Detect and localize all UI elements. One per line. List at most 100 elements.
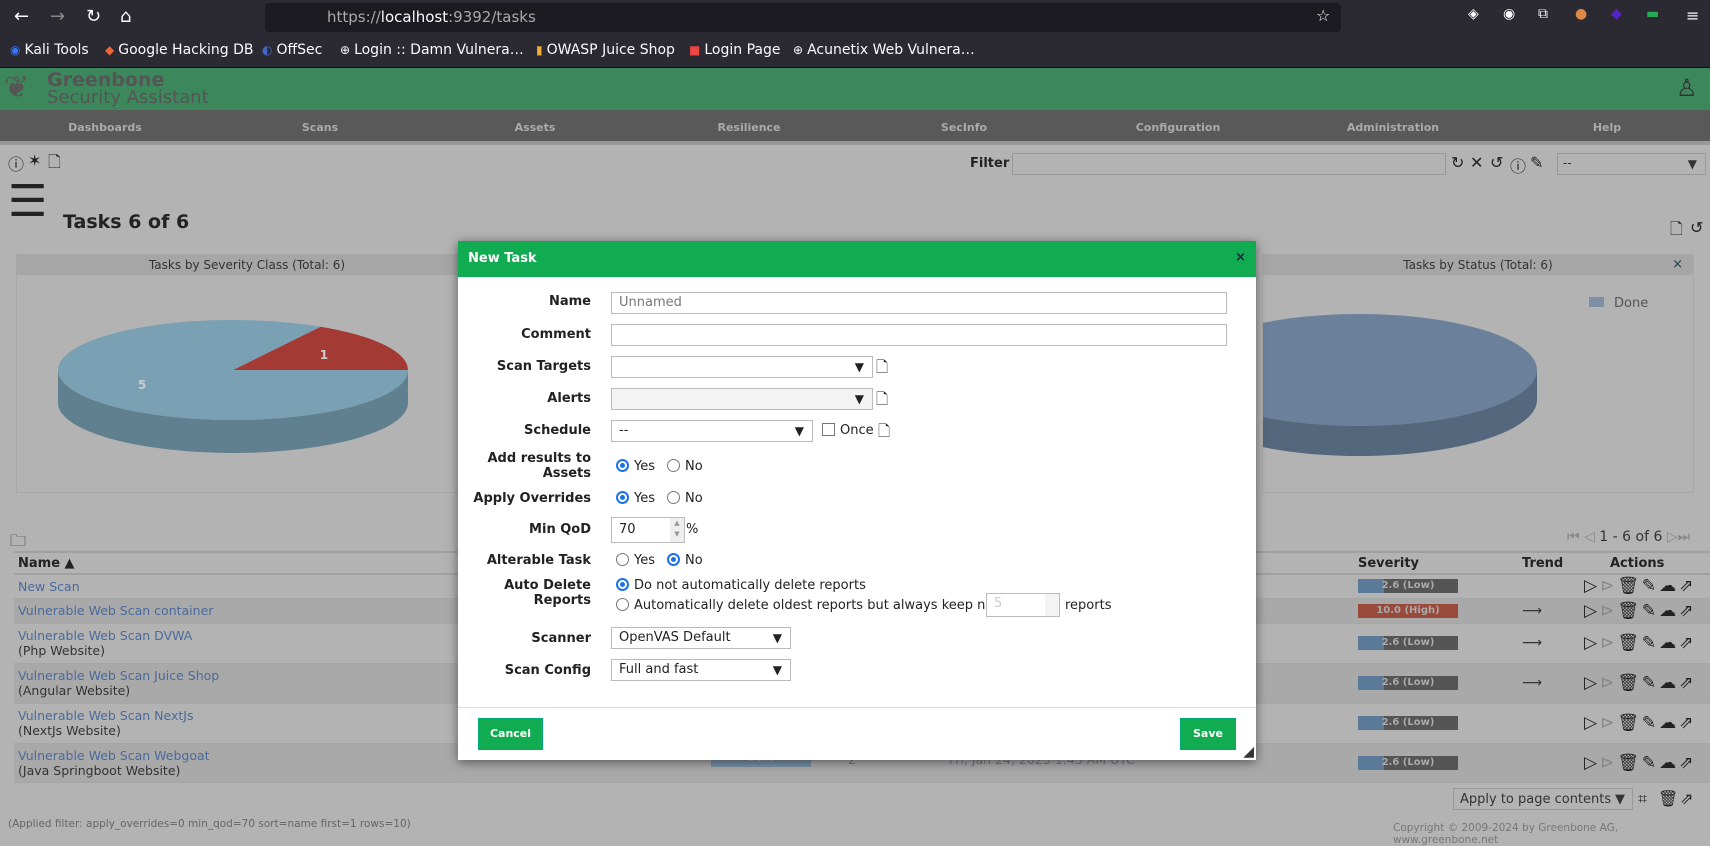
nav-resilience[interactable]: Resilience bbox=[717, 121, 780, 134]
bulk-action-select[interactable]: Apply to page contents ▼ bbox=[1453, 788, 1633, 810]
bookmark-kali-tools[interactable]: ◉ Kali Tools bbox=[10, 42, 89, 58]
nav-assets[interactable]: Assets bbox=[515, 121, 556, 134]
start-icon[interactable]: ▷ bbox=[1584, 633, 1597, 653]
wizard-icon[interactable]: ✶ bbox=[28, 151, 41, 170]
new-schedule-icon[interactable]: 🗋 bbox=[878, 421, 890, 446]
resume-icon[interactable]: ⊳ bbox=[1600, 633, 1614, 653]
edit-icon[interactable]: ✎ bbox=[1642, 601, 1656, 621]
bookmark-acunetix[interactable]: ⊕ Acunetix Web Vulnera… bbox=[793, 42, 975, 58]
refresh-filter-icon[interactable]: ↻ bbox=[1451, 153, 1464, 172]
resume-icon[interactable]: ⊳ bbox=[1600, 713, 1614, 733]
start-icon[interactable]: ▷ bbox=[1584, 713, 1597, 733]
bookmark-offsec[interactable]: ◐ OffSec bbox=[262, 42, 322, 58]
save-button[interactable]: Save bbox=[1180, 718, 1236, 750]
new-alert-icon[interactable]: 🗋 bbox=[876, 389, 888, 414]
edit-icon[interactable]: ✎ bbox=[1642, 713, 1656, 733]
url-bar[interactable]: https://localhost:9392/tasks bbox=[265, 3, 1341, 32]
prev-page-icon[interactable]: ◁ bbox=[1584, 529, 1595, 545]
nav-secinfo[interactable]: SecInfo bbox=[941, 121, 987, 134]
min-qod-spinner[interactable]: 70 ▲ ▼ bbox=[611, 517, 685, 543]
name-input[interactable]: Unnamed bbox=[611, 292, 1227, 314]
export-icon[interactable]: ⇗ bbox=[1679, 673, 1693, 693]
trash-icon[interactable]: 🗑 bbox=[1617, 633, 1639, 653]
start-icon[interactable]: ▷ bbox=[1584, 576, 1597, 596]
clone-icon[interactable]: ☁ bbox=[1659, 633, 1676, 653]
close-chart-icon[interactable]: × bbox=[1672, 257, 1683, 272]
edit-filter-icon[interactable]: ✎ bbox=[1530, 153, 1543, 172]
alerts-select[interactable] bbox=[611, 388, 873, 410]
reset-dashboard-icon[interactable]: ↺ bbox=[1690, 218, 1703, 237]
start-icon[interactable]: ▷ bbox=[1584, 601, 1597, 621]
clone-icon[interactable]: ☁ bbox=[1659, 713, 1676, 733]
trash-icon[interactable]: 🗑 bbox=[1658, 789, 1678, 808]
extensions-icon[interactable]: ⧉ bbox=[1538, 6, 1548, 22]
export-icon[interactable]: ⇗ bbox=[1679, 753, 1693, 773]
checkbox[interactable] bbox=[822, 423, 835, 436]
first-page-icon[interactable]: ⏮ bbox=[1567, 529, 1580, 545]
bookmark-star-icon[interactable]: ☆ bbox=[1316, 6, 1330, 25]
overrides-yes[interactable]: Yes bbox=[616, 491, 655, 506]
next-page-icon[interactable]: ▷ bbox=[1667, 529, 1678, 545]
nav-administration[interactable]: Administration bbox=[1347, 121, 1439, 134]
export-icon[interactable]: ⇗ bbox=[1679, 601, 1693, 621]
cancel-button[interactable]: Cancel bbox=[478, 718, 543, 750]
home-icon[interactable]: ⌂ bbox=[120, 6, 131, 27]
bookmark-google-hacking-db[interactable]: ◆ Google Hacking DB bbox=[105, 42, 253, 58]
comment-input[interactable] bbox=[611, 324, 1227, 346]
filter-input[interactable] bbox=[1012, 153, 1446, 175]
clone-icon[interactable]: ☁ bbox=[1659, 576, 1676, 596]
export-icon[interactable]: ⇗ bbox=[1679, 633, 1693, 653]
extension-purple-icon[interactable]: ◆ bbox=[1611, 6, 1622, 22]
reset-filter-icon[interactable]: ↺ bbox=[1490, 153, 1503, 172]
add-results-no[interactable]: No bbox=[667, 459, 703, 474]
column-trend[interactable]: Trend bbox=[1502, 552, 1580, 574]
auto-delete-no[interactable]: Do not automatically delete reports bbox=[616, 578, 866, 593]
start-icon[interactable]: ▷ bbox=[1584, 753, 1597, 773]
edit-icon[interactable]: ✎ bbox=[1642, 673, 1656, 693]
extension-green-icon[interactable]: ▬ bbox=[1646, 6, 1659, 22]
bookmark-login-page[interactable]: ■ Login Page bbox=[689, 42, 780, 58]
alterable-no[interactable]: No bbox=[667, 553, 703, 568]
trash-icon[interactable]: 🗑 bbox=[1617, 601, 1639, 621]
overrides-no[interactable]: No bbox=[667, 491, 703, 506]
last-page-icon[interactable]: ⏭ bbox=[1678, 529, 1691, 545]
export-icon[interactable]: ⇗ bbox=[1679, 576, 1693, 596]
column-severity[interactable]: Severity bbox=[1354, 552, 1502, 574]
scan-targets-select[interactable] bbox=[611, 356, 873, 378]
bookmark-juice-shop[interactable]: ▮ OWASP Juice Shop bbox=[536, 42, 675, 58]
trash-icon[interactable]: 🗑 bbox=[1617, 576, 1639, 596]
add-results-yes[interactable]: Yes bbox=[616, 459, 655, 474]
trash-icon[interactable]: 🗑 bbox=[1617, 713, 1639, 733]
spinner-arrows-icon[interactable]: ▲ ▼ bbox=[670, 518, 684, 542]
trash-icon[interactable]: 🗑 bbox=[1617, 753, 1639, 773]
clone-icon[interactable]: ☁ bbox=[1659, 753, 1676, 773]
bookmark-dvwa[interactable]: ⊕ Login :: Damn Vulnera… bbox=[340, 42, 524, 58]
close-icon[interactable]: × bbox=[1235, 250, 1246, 265]
scanner-select[interactable]: OpenVAS Default bbox=[611, 627, 791, 649]
nav-configuration[interactable]: Configuration bbox=[1136, 121, 1221, 134]
pocket-icon[interactable]: ◈ bbox=[1468, 6, 1479, 22]
resume-icon[interactable]: ⊳ bbox=[1600, 601, 1614, 621]
new-task-icon[interactable]: 🗋 bbox=[48, 151, 61, 178]
once-checkbox[interactable]: Once bbox=[822, 423, 874, 438]
clone-icon[interactable]: ☁ bbox=[1659, 601, 1676, 621]
edit-icon[interactable]: ✎ bbox=[1642, 633, 1656, 653]
forward-icon[interactable]: → bbox=[50, 6, 65, 27]
resume-icon[interactable]: ⊳ bbox=[1600, 753, 1614, 773]
start-icon[interactable]: ▷ bbox=[1584, 673, 1597, 693]
auto-delete-keep[interactable]: Automatically delete oldest reports but … bbox=[616, 598, 1024, 613]
scan-config-select[interactable]: Full and fast bbox=[611, 659, 791, 681]
reload-icon[interactable]: ↻ bbox=[86, 6, 101, 27]
help-icon[interactable]: ⓘ bbox=[8, 151, 24, 175]
trash-icon[interactable]: 🗑 bbox=[1617, 673, 1639, 693]
new-target-icon[interactable]: 🗋 bbox=[876, 357, 888, 382]
edit-icon[interactable]: ✎ bbox=[1642, 576, 1656, 596]
alterable-yes[interactable]: Yes bbox=[616, 553, 655, 568]
nav-help[interactable]: Help bbox=[1593, 121, 1621, 134]
export-icon[interactable]: ⇗ bbox=[1680, 789, 1693, 808]
extension-icon[interactable]: ● bbox=[1575, 6, 1587, 22]
menu-icon[interactable]: ≡ bbox=[1686, 6, 1699, 25]
nav-scans[interactable]: Scans bbox=[302, 121, 338, 134]
user-icon[interactable]: ♙ bbox=[1676, 74, 1698, 102]
clone-icon[interactable]: ☁ bbox=[1659, 673, 1676, 693]
